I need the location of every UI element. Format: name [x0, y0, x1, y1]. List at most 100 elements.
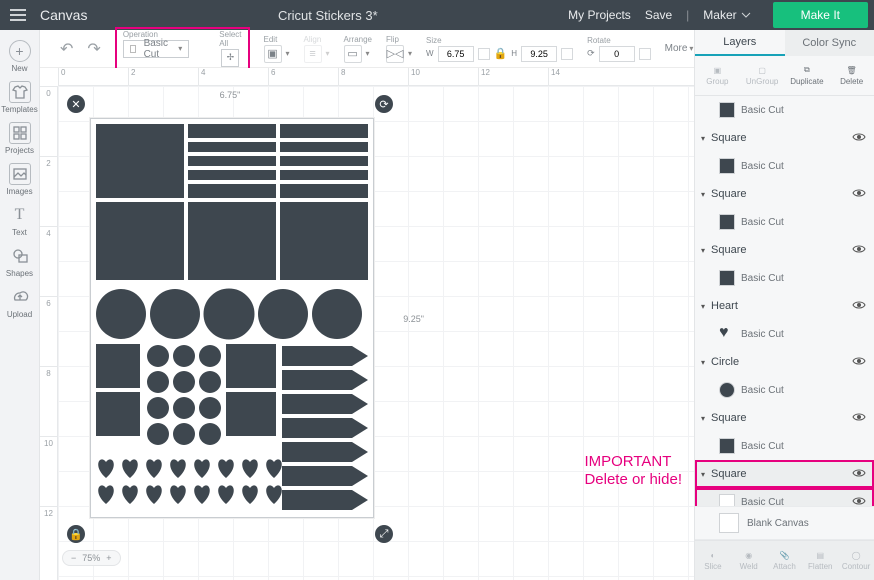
blank-swatch [719, 513, 739, 533]
text-button[interactable]: T Text [3, 204, 37, 237]
text-icon: T [9, 204, 31, 226]
width-input[interactable] [438, 46, 474, 62]
layer-list[interactable]: Basic Cut▾SquareBasic Cut▾SquareBasic Cu… [695, 96, 874, 506]
blank-canvas-row[interactable]: Blank Canvas [695, 506, 874, 540]
sel-width-label: 6.75" [220, 90, 241, 100]
eye-icon[interactable] [852, 188, 866, 201]
layer-row-child[interactable]: Basic Cut [695, 208, 874, 236]
rotate-handle[interactable]: ⟳ [375, 95, 393, 113]
make-it-button[interactable]: Make It [773, 2, 868, 28]
tab-layers[interactable]: Layers [695, 30, 785, 56]
layer-row-parent[interactable]: ▾Square [695, 124, 874, 152]
rotate-input[interactable] [599, 46, 635, 62]
new-button[interactable]: + New [3, 40, 37, 73]
machine-select[interactable]: Maker [703, 8, 750, 22]
slice-button[interactable]: ◐Slice [695, 541, 731, 580]
projects-button[interactable]: Projects [3, 122, 37, 155]
layer-swatch [719, 438, 735, 454]
layer-row-child[interactable]: ♥Basic Cut [695, 320, 874, 348]
project-title: Cricut Stickers 3* [87, 8, 568, 23]
eye-icon[interactable] [852, 132, 866, 145]
zoom-control[interactable]: − 75% + [62, 550, 121, 566]
weld-button[interactable]: ◉Weld [731, 541, 767, 580]
upload-button[interactable]: Upload [3, 286, 37, 319]
layer-row-parent[interactable]: ▾Square [695, 180, 874, 208]
disclosure-icon[interactable]: ▾ [701, 134, 711, 143]
eye-icon[interactable] [852, 300, 866, 313]
select-all-label: Select All [219, 30, 241, 48]
rotate-label: Rotate [587, 36, 651, 45]
height-input[interactable] [521, 46, 557, 62]
layer-row-child[interactable]: Basic Cut [695, 264, 874, 292]
plus-icon: + [9, 40, 31, 62]
contour-button[interactable]: ◯Contour [838, 541, 874, 580]
disclosure-icon[interactable]: ▾ [701, 302, 711, 311]
disclosure-icon[interactable]: ▾ [701, 470, 711, 479]
redo-button[interactable]: ↷ [87, 39, 100, 59]
shapes-button[interactable]: Shapes [3, 245, 37, 278]
rotate-icon: ⟳ [587, 48, 595, 59]
chevron-down-icon [741, 12, 751, 18]
eye-icon[interactable] [852, 496, 866, 507]
operation-select[interactable]: Basic Cut▾ [123, 40, 189, 58]
disclosure-icon[interactable]: ▾ [701, 414, 711, 423]
more-button[interactable]: More▾ [665, 43, 694, 54]
eye-icon[interactable] [852, 356, 866, 369]
operation-highlight: Operation Basic Cut▾ Select All ✢ [115, 27, 250, 71]
layer-row-child[interactable]: Basic Cut [695, 488, 874, 506]
artboard[interactable] [90, 118, 374, 518]
eye-icon[interactable] [852, 244, 866, 257]
eye-icon[interactable] [852, 468, 866, 481]
zoom-in-icon[interactable]: + [106, 553, 111, 563]
layer-swatch [719, 214, 735, 230]
save-link[interactable]: Save [645, 8, 672, 22]
edit-label: Edit [264, 35, 290, 44]
layer-row-child[interactable]: Basic Cut [695, 96, 874, 124]
layer-row-parent[interactable]: ▾Square [695, 404, 874, 432]
zoom-out-icon[interactable]: − [71, 553, 76, 563]
templates-button[interactable]: Templates [3, 81, 37, 114]
lock-handle[interactable]: 🔒 [67, 525, 85, 543]
layer-row-parent[interactable]: ▾Circle [695, 348, 874, 376]
flip-label: Flip [386, 35, 412, 44]
edit-button[interactable]: ▣ [264, 45, 282, 63]
layer-label: Basic Cut [741, 497, 784, 507]
group-button[interactable]: ▣Group [695, 56, 740, 95]
selection-bounds[interactable]: 6.75" 9.25" ✕ ⟳ 🔒 ⤢ [76, 104, 384, 534]
images-button[interactable]: Images [3, 163, 37, 196]
select-all-button[interactable]: ✢ [221, 49, 239, 67]
disclosure-icon[interactable]: ▾ [701, 358, 711, 367]
ungroup-button[interactable]: ▢UnGroup [740, 56, 785, 95]
flip-button[interactable]: ▷◁ [386, 45, 404, 63]
layer-label: Square [711, 244, 746, 256]
grid-icon [9, 122, 31, 144]
eye-icon[interactable] [852, 412, 866, 425]
menu-icon[interactable] [6, 3, 30, 27]
important-annotation: IMPORTANT Delete or hide! [584, 453, 682, 491]
scale-handle[interactable]: ⤢ [375, 525, 393, 543]
disclosure-icon[interactable]: ▾ [701, 246, 711, 255]
tab-color-sync[interactable]: Color Sync [785, 30, 874, 56]
align-button[interactable]: ≡ [304, 45, 322, 63]
layer-row-parent[interactable]: ▾Square [695, 460, 874, 488]
layer-row-parent[interactable]: ▾Square [695, 236, 874, 264]
layer-row-child[interactable]: Basic Cut [695, 376, 874, 404]
delete-handle[interactable]: ✕ [67, 95, 85, 113]
disclosure-icon[interactable]: ▾ [701, 190, 711, 199]
my-projects-link[interactable]: My Projects [568, 8, 631, 22]
layer-row-parent[interactable]: ▾Heart [695, 292, 874, 320]
lock-icon[interactable]: 🔒 [494, 47, 508, 60]
flatten-button[interactable]: ▤Flatten [802, 541, 838, 580]
duplicate-button[interactable]: ⧉Duplicate [785, 56, 830, 95]
app-name: Canvas [40, 7, 87, 23]
layer-swatch [719, 270, 735, 286]
attach-button[interactable]: 📎Attach [767, 541, 803, 580]
delete-button[interactable]: 🗑Delete [829, 56, 874, 95]
layer-label: Basic Cut [741, 273, 784, 284]
layer-label: Basic Cut [741, 385, 784, 396]
layer-row-child[interactable]: Basic Cut [695, 432, 874, 460]
canvas-grid[interactable]: 6.75" 9.25" ✕ ⟳ 🔒 ⤢ [58, 86, 694, 580]
arrange-button[interactable]: ▭ [344, 45, 362, 63]
undo-button[interactable]: ↶ [60, 39, 73, 59]
layer-row-child[interactable]: Basic Cut [695, 152, 874, 180]
